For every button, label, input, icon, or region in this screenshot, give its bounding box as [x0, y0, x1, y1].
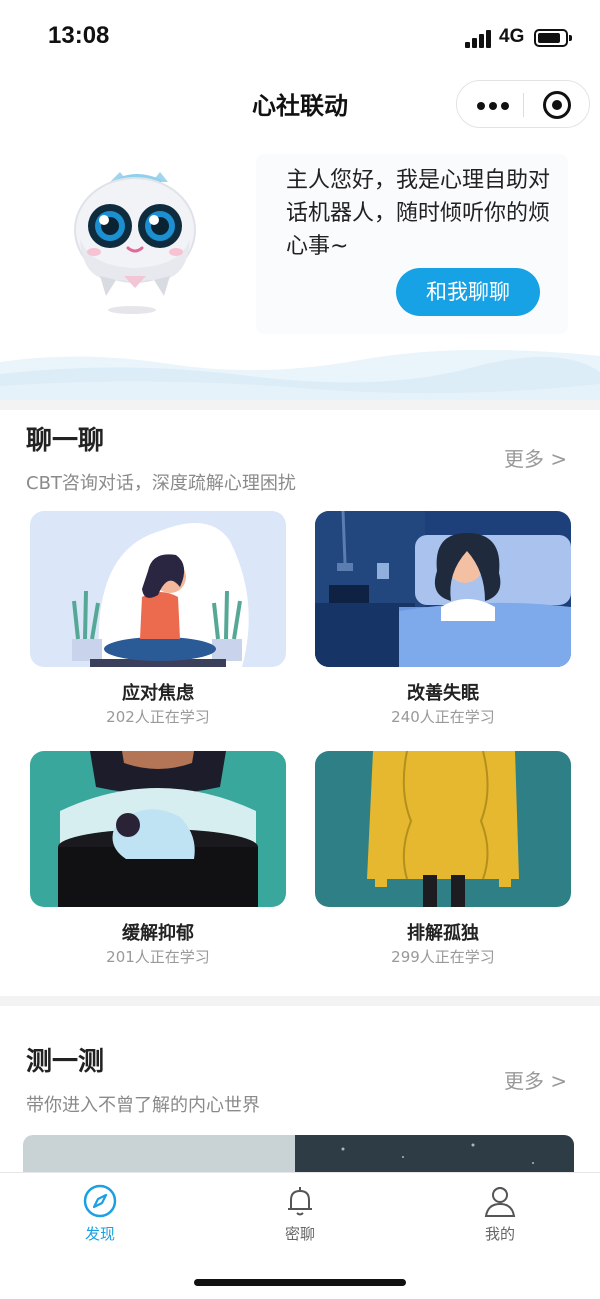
- home-indicator[interactable]: [194, 1279, 406, 1286]
- tab-label: 我的: [484, 1225, 515, 1243]
- battery-icon: [534, 29, 572, 47]
- wave-decoration: [0, 350, 600, 400]
- more-dots-icon[interactable]: [475, 95, 511, 115]
- compass-icon: [83, 1184, 117, 1218]
- status-bar: 13:08 4G: [0, 0, 600, 76]
- greeting-text: 主人您好，我是心理自助对话机器人，随时倾听你的烦心事~: [286, 168, 551, 259]
- chat-section-title: 聊一聊: [26, 426, 105, 456]
- chat-more-link[interactable]: 更多 >: [504, 443, 567, 472]
- tab-label: 密聊: [284, 1225, 315, 1243]
- hero-banner: 主人您好，我是心理自助对话机器人，随时倾听你的烦心事~ 和我聊聊: [0, 140, 600, 400]
- tab-mine[interactable]: 我的: [440, 1181, 560, 1251]
- course-card-anxiety[interactable]: 应对焦虑 202人正在学习: [30, 511, 286, 736]
- card-image: [30, 511, 286, 667]
- test-section-subtitle: 带你进入不曾了解的内心世界: [26, 1095, 260, 1116]
- tab-private-chat[interactable]: 密聊: [240, 1181, 360, 1251]
- network-label: 4G: [499, 26, 525, 47]
- section-divider: [0, 400, 600, 410]
- card-image: [30, 751, 286, 907]
- test-section-title: 测一测: [26, 1047, 105, 1077]
- card-title: 缓解抑郁: [122, 923, 194, 944]
- card-image: [315, 511, 571, 667]
- card-title: 排解孤独: [407, 923, 479, 944]
- tab-discover[interactable]: 发现: [40, 1181, 160, 1251]
- robot-mascot-icon: [74, 172, 196, 314]
- test-banner-image[interactable]: [23, 1135, 574, 1175]
- mini-program-capsule: [456, 80, 590, 128]
- greeting-card: 主人您好，我是心理自助对话机器人，随时倾听你的烦心事~ 和我聊聊: [256, 154, 568, 334]
- card-learner-count: 201人正在学习: [106, 948, 210, 966]
- tab-label: 发现: [84, 1225, 115, 1243]
- card-title: 应对焦虑: [122, 683, 194, 704]
- target-circle-icon[interactable]: [543, 91, 571, 119]
- course-card-insomnia[interactable]: 改善失眠 240人正在学习: [315, 511, 571, 736]
- tab-bar: 发现 密聊 我的: [0, 1172, 600, 1299]
- user-icon: [484, 1187, 516, 1217]
- course-card-depression[interactable]: 缓解抑郁 201人正在学习: [30, 751, 286, 976]
- signal-icon: [465, 30, 493, 48]
- bell-icon: [288, 1187, 312, 1216]
- card-image: [315, 751, 571, 907]
- chat-with-me-button[interactable]: 和我聊聊: [396, 268, 540, 316]
- card-learner-count: 299人正在学习: [391, 948, 495, 966]
- status-time: 13:08: [48, 22, 110, 49]
- test-more-link[interactable]: 更多 >: [504, 1065, 567, 1094]
- course-card-loneliness[interactable]: 排解孤独 299人正在学习: [315, 751, 571, 976]
- chat-section-subtitle: CBT咨询对话，深度疏解心理困扰: [26, 473, 296, 494]
- card-learner-count: 202人正在学习: [106, 708, 210, 726]
- section-divider: [0, 996, 600, 1006]
- card-title: 改善失眠: [407, 683, 479, 704]
- card-learner-count: 240人正在学习: [391, 708, 495, 726]
